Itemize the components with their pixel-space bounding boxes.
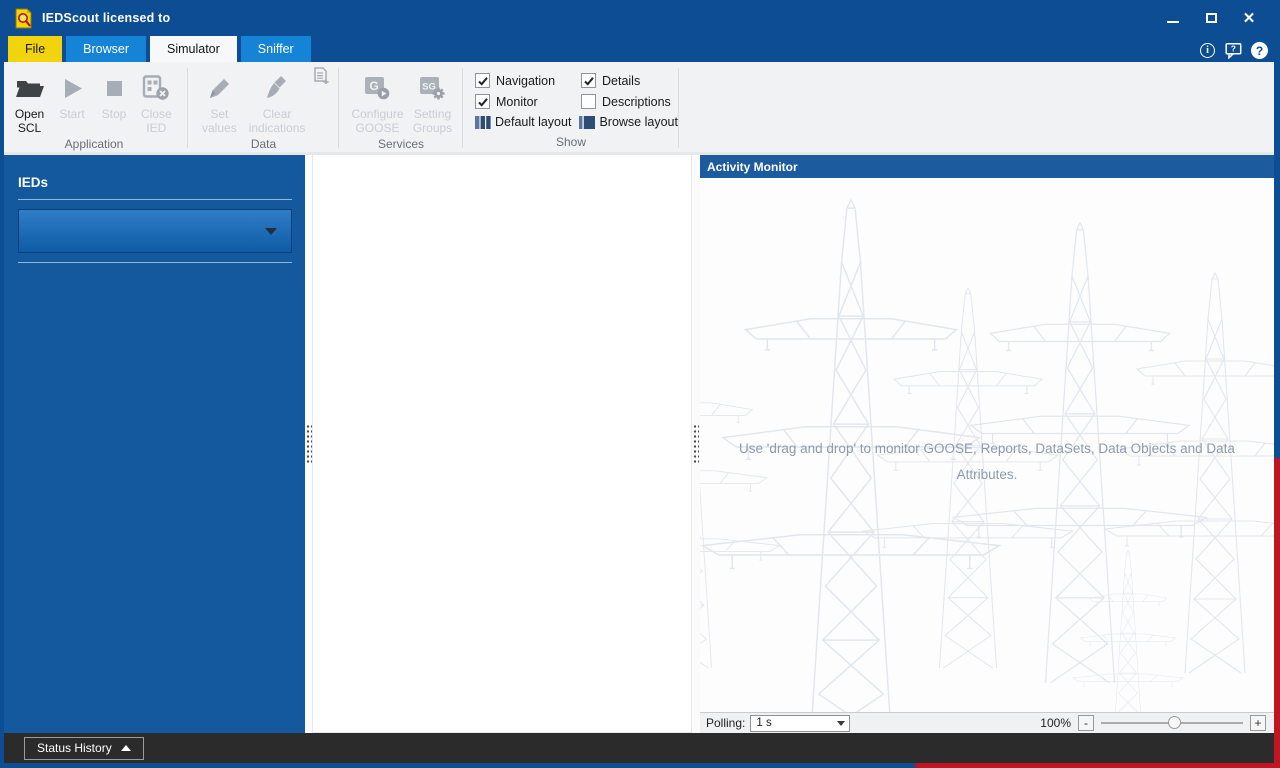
ribbon-group-data: Set values Clear indications Data (188, 62, 339, 152)
group-label-data: Data (250, 137, 277, 152)
start-button[interactable]: Start (51, 67, 93, 123)
zoom-slider-thumb[interactable] (1167, 716, 1181, 729)
checkbox-icon (581, 73, 596, 88)
pencil-icon (207, 69, 232, 107)
chevron-down-icon (265, 227, 277, 235)
sidebar-divider (18, 262, 292, 263)
feedback-icon: ? (1225, 43, 1242, 59)
ieds-sidebar: IEDs (4, 155, 305, 733)
default-layout-button[interactable]: Default layout (475, 115, 571, 129)
goose-icon: G (363, 69, 391, 107)
report-add-icon[interactable] (313, 67, 330, 89)
maximize-button[interactable] (1200, 8, 1222, 28)
ribbon-group-show: Navigation Details Monitor Descriptions … (463, 62, 679, 152)
window-border-right (1274, 0, 1280, 768)
group-label-application: Application (64, 137, 124, 152)
open-scl-button[interactable]: Open SCL (8, 67, 51, 137)
stop-button[interactable]: Stop (93, 67, 135, 123)
setting-groups-button[interactable]: SG Setting Groups (408, 67, 457, 137)
minimize-icon (1167, 21, 1179, 23)
clear-indications-button[interactable]: Clear indications (243, 67, 312, 137)
window-border-left (0, 0, 4, 768)
zoom-slider[interactable] (1101, 715, 1243, 731)
splitter-grip-icon (693, 424, 699, 464)
tab-simulator[interactable]: Simulator (150, 36, 237, 62)
svg-text:?: ? (1231, 44, 1236, 54)
close-ied-icon (142, 69, 170, 107)
ribbon: Open SCL Start Stop Close IED Applicatio… (0, 62, 1280, 155)
splitter-left[interactable] (305, 155, 312, 733)
zoom-out-button[interactable]: - (1078, 715, 1094, 731)
splitter-right[interactable] (692, 155, 700, 733)
status-history-label: Status History (37, 740, 112, 755)
zoom-level-value: 100% (1040, 716, 1071, 730)
drag-drop-hint: Use 'drag and drop' to monitor GOOSE, Re… (739, 441, 1235, 482)
ribbon-group-application: Open SCL Start Stop Close IED Applicatio… (0, 62, 188, 152)
checkbox-icon (581, 94, 596, 109)
tab-sniffer[interactable]: Sniffer (240, 36, 311, 62)
ied-selector-dropdown[interactable] (18, 209, 292, 253)
info-icon: i (1200, 43, 1215, 58)
checkbox-monitor[interactable]: Monitor (475, 91, 579, 112)
tab-file[interactable]: File (8, 36, 63, 62)
details-panel-empty (312, 155, 692, 733)
checkbox-details[interactable]: Details (581, 70, 671, 91)
maximize-icon (1205, 13, 1217, 23)
info-button[interactable]: i (1199, 42, 1216, 59)
checkbox-navigation[interactable]: Navigation (475, 70, 579, 91)
close-button[interactable]: ✕ (1238, 8, 1260, 28)
ribbon-tab-bar: File Browser Simulator Sniffer i ? ? (0, 36, 1280, 62)
svg-text:SG: SG (423, 82, 437, 93)
sidebar-divider (18, 199, 292, 200)
polling-interval-select[interactable]: 1 s (750, 714, 851, 732)
app-window: IEDScout licensed to ✕ File Browser Simu… (0, 0, 1280, 768)
open-folder-icon (14, 69, 45, 107)
setting-groups-icon: SG (418, 69, 446, 107)
window-title: IEDScout licensed to (42, 11, 171, 25)
default-layout-icon (475, 115, 491, 129)
group-label-services: Services (377, 137, 424, 152)
help-icon: ? (1251, 42, 1268, 59)
iedscout-app-icon (15, 8, 32, 28)
status-bar: Status History (0, 733, 1280, 763)
chevron-down-icon (837, 720, 846, 726)
splitter-grip-icon (305, 424, 312, 464)
main-area: IEDs Activity Monitor Use 'drag and drop… (0, 155, 1280, 733)
activity-monitor-panel: Activity Monitor Use 'drag and drop' to … (700, 155, 1274, 733)
set-values-button[interactable]: Set values (196, 67, 243, 137)
title-bar: IEDScout licensed to ✕ (0, 0, 1280, 36)
polling-label: Polling: (706, 716, 746, 730)
feedback-button[interactable]: ? (1225, 42, 1242, 59)
window-border-bottom (0, 763, 1280, 768)
activity-monitor-footer: Polling: 1 s 100% - + (700, 712, 1274, 733)
broom-icon (264, 69, 290, 107)
play-icon (61, 69, 84, 107)
close-ied-button[interactable]: Close IED (135, 67, 178, 137)
help-button[interactable]: ? (1251, 42, 1268, 59)
configure-goose-button[interactable]: G Configure GOOSE (347, 67, 408, 137)
ribbon-group-services: G Configure GOOSE SG Setting Groups Serv… (339, 62, 463, 152)
close-icon: ✕ (1242, 9, 1256, 27)
group-label-show: Show (555, 135, 587, 149)
status-history-toggle[interactable]: Status History (24, 736, 144, 760)
sidebar-title: IEDs (18, 175, 49, 190)
browse-layout-icon (579, 115, 596, 129)
svg-text:G: G (370, 79, 379, 93)
checkbox-icon (475, 73, 490, 88)
activity-monitor-header: Activity Monitor (700, 155, 1274, 178)
zoom-in-button[interactable]: + (1250, 715, 1266, 731)
chevron-up-icon (120, 744, 131, 751)
minimize-button[interactable] (1162, 8, 1184, 28)
activity-monitor-body[interactable]: Use 'drag and drop' to monitor GOOSE, Re… (700, 178, 1274, 712)
browse-layout-button[interactable]: Browse layout (579, 115, 678, 129)
checkbox-descriptions[interactable]: Descriptions (581, 91, 671, 112)
stop-icon (105, 69, 124, 107)
checkbox-icon (475, 94, 490, 109)
tab-browser[interactable]: Browser (66, 36, 146, 62)
